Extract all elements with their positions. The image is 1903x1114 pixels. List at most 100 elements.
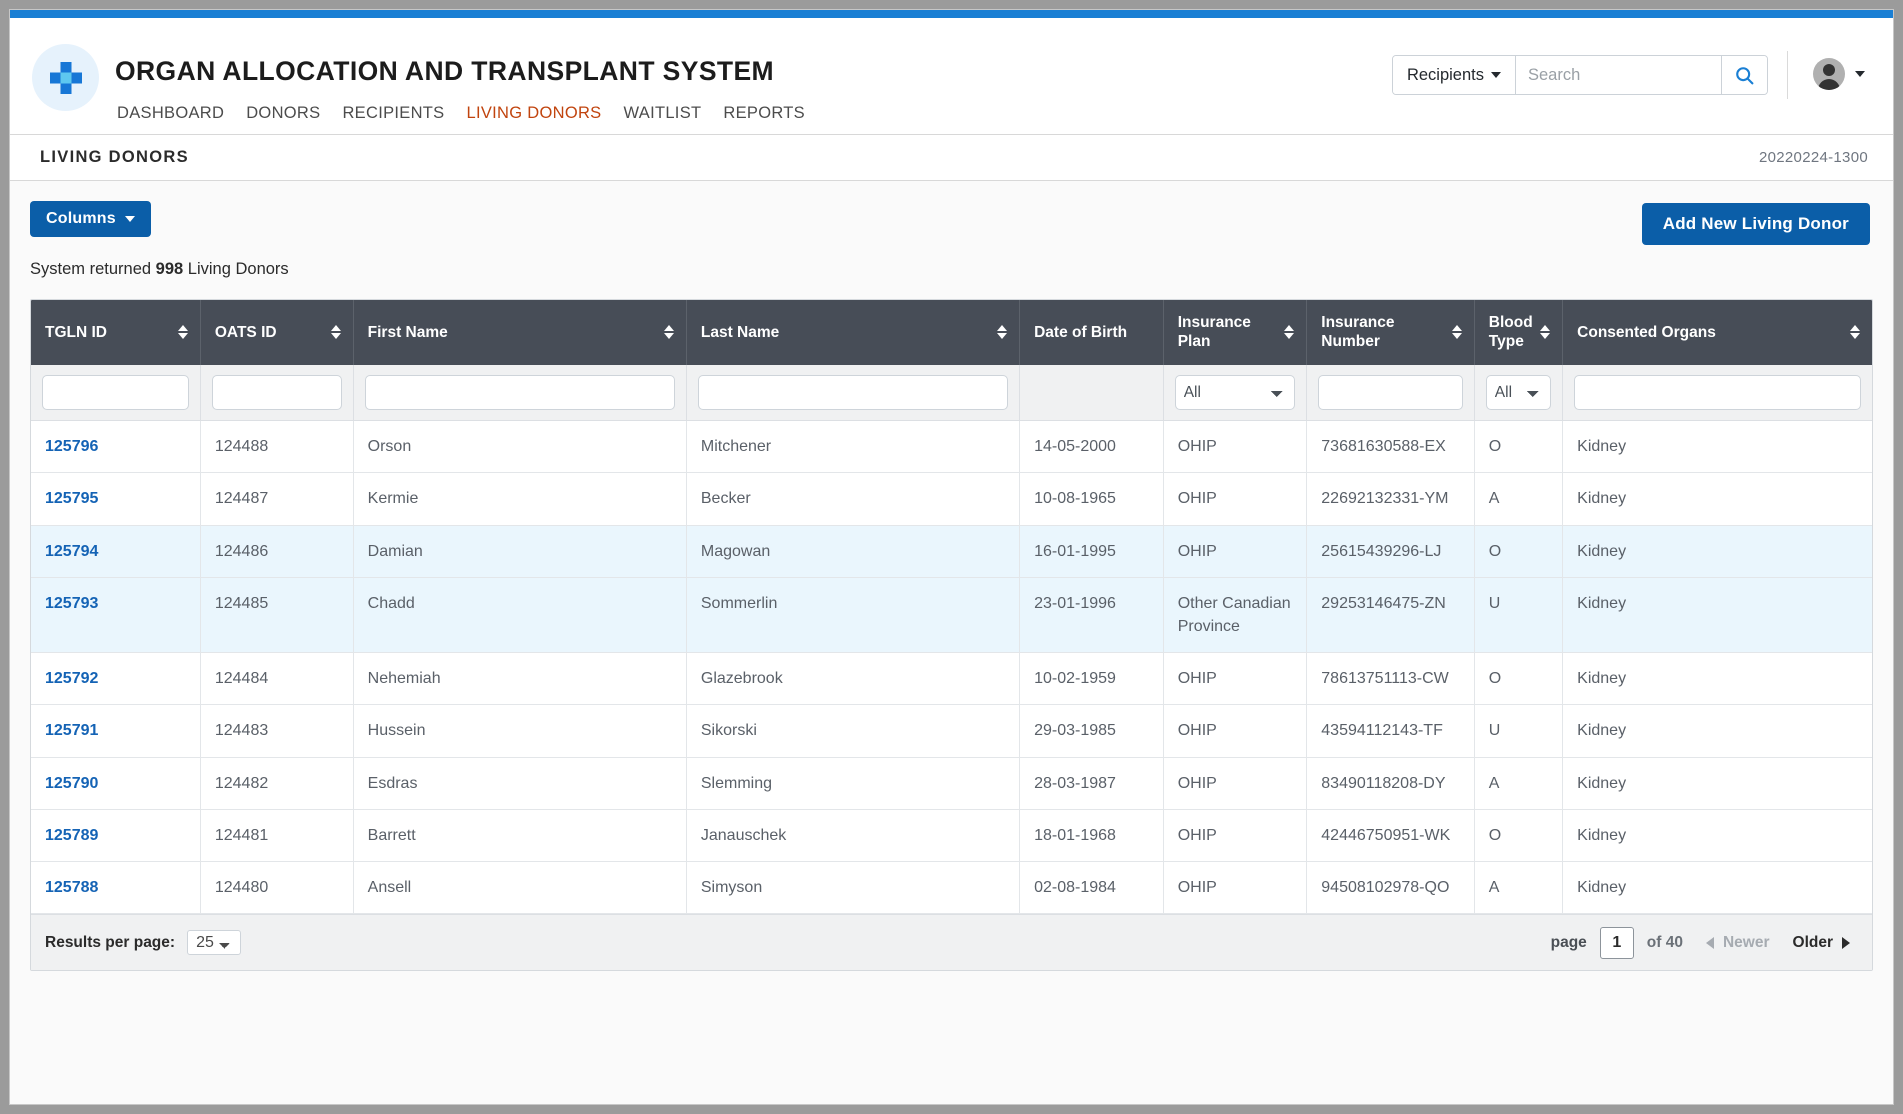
- cell-insurance-number: 94508102978-QO: [1307, 861, 1475, 913]
- add-new-living-donor-button[interactable]: Add New Living Donor: [1642, 203, 1870, 245]
- filter-cell-last-name: [686, 365, 1019, 421]
- cell-insurance-plan: OHIP: [1163, 653, 1307, 705]
- sort-toggle-icon[interactable]: [1452, 325, 1462, 339]
- tgln-id-link[interactable]: 125794: [45, 543, 98, 560]
- nav-item-donors[interactable]: DONORS: [246, 104, 320, 123]
- table-row[interactable]: 125792 124484 Nehemiah Glazebrook 10-02-…: [31, 653, 1872, 705]
- header-divider: [1787, 51, 1788, 99]
- filter-input-tgln-id[interactable]: [42, 375, 189, 410]
- sort-toggle-icon[interactable]: [1850, 325, 1860, 339]
- filter-input-first-name[interactable]: [365, 375, 675, 410]
- columns-button[interactable]: Columns: [30, 201, 151, 237]
- results-per-page-select[interactable]: 25: [187, 930, 241, 955]
- cell-oats-id: 124484: [200, 653, 353, 705]
- cell-oats-id: 124482: [200, 757, 353, 809]
- user-avatar-icon: [1813, 58, 1845, 90]
- newer-page-button[interactable]: Newer: [1706, 934, 1770, 952]
- tgln-id-link[interactable]: 125788: [45, 879, 98, 896]
- sort-toggle-icon[interactable]: [664, 325, 674, 339]
- cell-first-name: Chadd: [353, 577, 686, 652]
- top-accent-bar: [10, 10, 1893, 18]
- cell-last-name: Simyson: [686, 861, 1019, 913]
- cell-oats-id: 124486: [200, 525, 353, 577]
- cell-blood-type: A: [1474, 861, 1562, 913]
- nav-item-reports[interactable]: REPORTS: [723, 104, 805, 123]
- filter-cell-insurance-number: [1307, 365, 1475, 421]
- caret-down-icon: [1855, 71, 1865, 77]
- sort-toggle-icon[interactable]: [1540, 325, 1550, 339]
- table-row[interactable]: 125796 124488 Orson Mitchener 14-05-2000…: [31, 421, 1872, 473]
- nav-item-dashboard[interactable]: DASHBOARD: [117, 104, 224, 123]
- tgln-id-link[interactable]: 125796: [45, 438, 98, 455]
- cell-insurance-plan: Other Canadian Province: [1163, 577, 1307, 652]
- older-page-button[interactable]: Older: [1793, 934, 1850, 952]
- filter-input-last-name[interactable]: [698, 375, 1008, 410]
- sort-toggle-icon[interactable]: [1284, 325, 1294, 339]
- total-pages-label: of 40: [1647, 934, 1683, 952]
- tgln-id-link[interactable]: 125792: [45, 670, 98, 687]
- columns-button-label: Columns: [46, 210, 116, 228]
- table-row[interactable]: 125793 124485 Chadd Sommerlin 23-01-1996…: [31, 577, 1872, 652]
- tgln-id-link[interactable]: 125795: [45, 490, 98, 507]
- table-row[interactable]: 125795 124487 Kermie Becker 10-08-1965 O…: [31, 473, 1872, 525]
- filter-cell-insurance-plan: All: [1163, 365, 1307, 421]
- sort-toggle-icon[interactable]: [331, 325, 341, 339]
- column-header-first-name[interactable]: First Name: [353, 300, 686, 365]
- cell-consented-organs: Kidney: [1563, 809, 1872, 861]
- column-header-tgln-id[interactable]: TGLN ID: [31, 300, 200, 365]
- magnifier-icon: [1734, 65, 1755, 86]
- table-body: 125796 124488 Orson Mitchener 14-05-2000…: [31, 421, 1872, 914]
- triangle-left-icon: [1706, 937, 1714, 949]
- cell-insurance-number: 78613751113-CW: [1307, 653, 1475, 705]
- cell-consented-organs: Kidney: [1563, 525, 1872, 577]
- nav-item-living-donors[interactable]: LIVING DONORS: [466, 104, 601, 123]
- cell-insurance-number: 43594112143-TF: [1307, 705, 1475, 757]
- cell-tgln-id: 125795: [31, 473, 200, 525]
- table-row[interactable]: 125788 124480 Ansell Simyson 02-08-1984 …: [31, 861, 1872, 913]
- sort-toggle-icon[interactable]: [178, 325, 188, 339]
- table-row[interactable]: 125790 124482 Esdras Slemming 28-03-1987…: [31, 757, 1872, 809]
- cell-consented-organs: Kidney: [1563, 861, 1872, 913]
- nav-item-recipients[interactable]: RECIPIENTS: [342, 104, 444, 123]
- cell-blood-type: U: [1474, 577, 1562, 652]
- sort-toggle-icon[interactable]: [997, 325, 1007, 339]
- cell-tgln-id: 125790: [31, 757, 200, 809]
- cell-blood-type: A: [1474, 473, 1562, 525]
- cell-consented-organs: Kidney: [1563, 705, 1872, 757]
- column-header-label: Last Name: [701, 323, 779, 342]
- search-input[interactable]: [1516, 56, 1721, 94]
- column-header-oats-id[interactable]: OATS ID: [200, 300, 353, 365]
- column-header-insurance-plan[interactable]: Insurance Plan: [1163, 300, 1307, 365]
- column-header-insurance-number[interactable]: Insurance Number: [1307, 300, 1475, 365]
- search-scope-dropdown[interactable]: Recipients: [1393, 56, 1516, 94]
- page-number-input[interactable]: [1600, 927, 1634, 959]
- nav-item-waitlist[interactable]: WAITLIST: [624, 104, 702, 123]
- tgln-id-link[interactable]: 125791: [45, 722, 98, 739]
- user-menu[interactable]: [1813, 58, 1865, 90]
- cell-last-name: Becker: [686, 473, 1019, 525]
- table-row[interactable]: 125789 124481 Barrett Janauschek 18-01-1…: [31, 809, 1872, 861]
- cell-date-of-birth: 18-01-1968: [1020, 809, 1164, 861]
- page-content: Columns Add New Living Donor System retu…: [10, 181, 1893, 1104]
- tgln-id-link[interactable]: 125789: [45, 827, 98, 844]
- filter-input-insurance-number[interactable]: [1318, 375, 1463, 410]
- column-header-consented-organs[interactable]: Consented Organs: [1563, 300, 1872, 365]
- search-button[interactable]: [1721, 56, 1767, 94]
- app-header: ORGAN ALLOCATION AND TRANSPLANT SYSTEM D…: [10, 18, 1893, 135]
- browser-frame: ORGAN ALLOCATION AND TRANSPLANT SYSTEM D…: [9, 9, 1894, 1105]
- filter-input-oats-id[interactable]: [212, 375, 342, 410]
- cell-insurance-number: 42446750951-WK: [1307, 809, 1475, 861]
- column-header-blood-type[interactable]: Blood Type: [1474, 300, 1562, 365]
- filter-select-blood-type[interactable]: All: [1486, 375, 1551, 410]
- table-row[interactable]: 125791 124483 Hussein Sikorski 29-03-198…: [31, 705, 1872, 757]
- cell-first-name: Ansell: [353, 861, 686, 913]
- tgln-id-link[interactable]: 125793: [45, 595, 98, 612]
- column-header-last-name[interactable]: Last Name: [686, 300, 1019, 365]
- cell-consented-organs: Kidney: [1563, 421, 1872, 473]
- tgln-id-link[interactable]: 125790: [45, 775, 98, 792]
- pagination: page of 40 Newer Older: [1551, 927, 1850, 959]
- filter-input-consented-organs[interactable]: [1574, 375, 1861, 410]
- living-donors-table: TGLN ID OATS ID: [31, 300, 1872, 914]
- table-row[interactable]: 125794 124486 Damian Magowan 16-01-1995 …: [31, 525, 1872, 577]
- filter-select-insurance-plan[interactable]: All: [1175, 375, 1296, 410]
